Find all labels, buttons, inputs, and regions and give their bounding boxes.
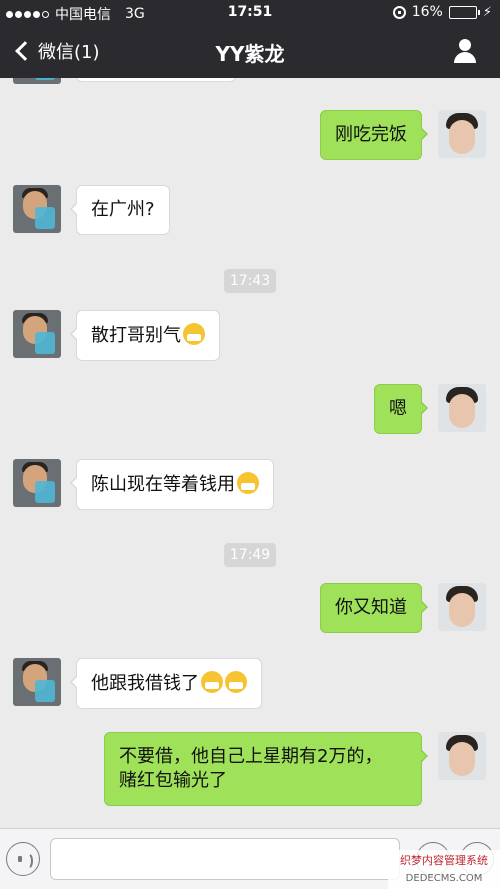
friend-avatar[interactable] [13, 459, 61, 507]
mask-face-emoji [237, 472, 259, 494]
status-right: 16% ⚡ [392, 4, 492, 20]
message-text: 嗯 [389, 398, 407, 419]
message-bubble-sent[interactable]: 不要借，他自己上星期有2万的， 赌红包输光了 [104, 732, 428, 806]
message-bubble-received[interactable]: 他跟我借钱了 [70, 658, 262, 709]
message-text: 你又知道 [335, 597, 407, 618]
my-avatar[interactable] [438, 732, 486, 780]
message-bubble-sent[interactable]: 嗯 [374, 384, 428, 434]
message-bubble-received[interactable]: 在广州? [70, 185, 170, 235]
friend-avatar[interactable] [13, 310, 61, 358]
rotation-lock-icon [392, 5, 406, 19]
message-text-line: 赌红包输光了 [119, 770, 227, 791]
message-bubble-sent[interactable]: 你又知道 [320, 583, 428, 633]
message-bubble-partial[interactable] [76, 78, 236, 82]
my-avatar[interactable] [438, 583, 486, 631]
message-text: 他跟我借钱了 [91, 673, 199, 694]
status-bar: 中国电信 3G 17:51 16% ⚡ [0, 0, 500, 26]
charging-icon: ⚡ [482, 4, 492, 20]
friend-avatar[interactable] [13, 185, 61, 233]
message-text: 陈山现在等着钱用 [91, 474, 235, 495]
my-avatar[interactable] [438, 384, 486, 432]
mask-face-emoji [201, 671, 223, 693]
chat-title: YY紫龙 [215, 42, 285, 66]
message-text: 刚吃完饭 [335, 124, 407, 145]
person-icon[interactable] [452, 38, 478, 64]
mask-face-emoji [183, 323, 205, 345]
friend-avatar[interactable] [13, 78, 61, 84]
message-text: 在广州? [91, 199, 155, 220]
watermark-url: DEDECMS.COM [405, 873, 483, 884]
message-text: 散打哥别气 [91, 325, 181, 346]
chat-area[interactable]: 刚吃完饭 在广州? 17:43 散打哥别气 嗯 陈山现在等着钱用 17:49 你… [0, 78, 500, 828]
my-avatar[interactable] [438, 110, 486, 158]
watermark: 织梦内容管理系统 DEDECMS.COM [388, 850, 500, 889]
battery-icon [448, 5, 480, 19]
mask-face-emoji [225, 671, 247, 693]
message-bubble-received[interactable]: 散打哥别气 [70, 310, 220, 361]
voice-icon[interactable] [6, 842, 40, 876]
message-bubble-sent[interactable]: 刚吃完饭 [320, 110, 428, 160]
message-bubble-received[interactable]: 陈山现在等着钱用 [70, 459, 274, 510]
watermark-title: 织梦内容管理系统 [400, 854, 488, 867]
friend-avatar[interactable] [13, 658, 61, 706]
timestamp: 17:43 [224, 269, 276, 293]
nav-bar: 微信(1) YY紫龙 [0, 26, 500, 78]
message-input[interactable] [50, 838, 400, 880]
message-text-line: 不要借，他自己上星期有2万的， [119, 746, 383, 767]
battery-percent: 16% [411, 4, 443, 20]
timestamp: 17:49 [224, 543, 276, 567]
